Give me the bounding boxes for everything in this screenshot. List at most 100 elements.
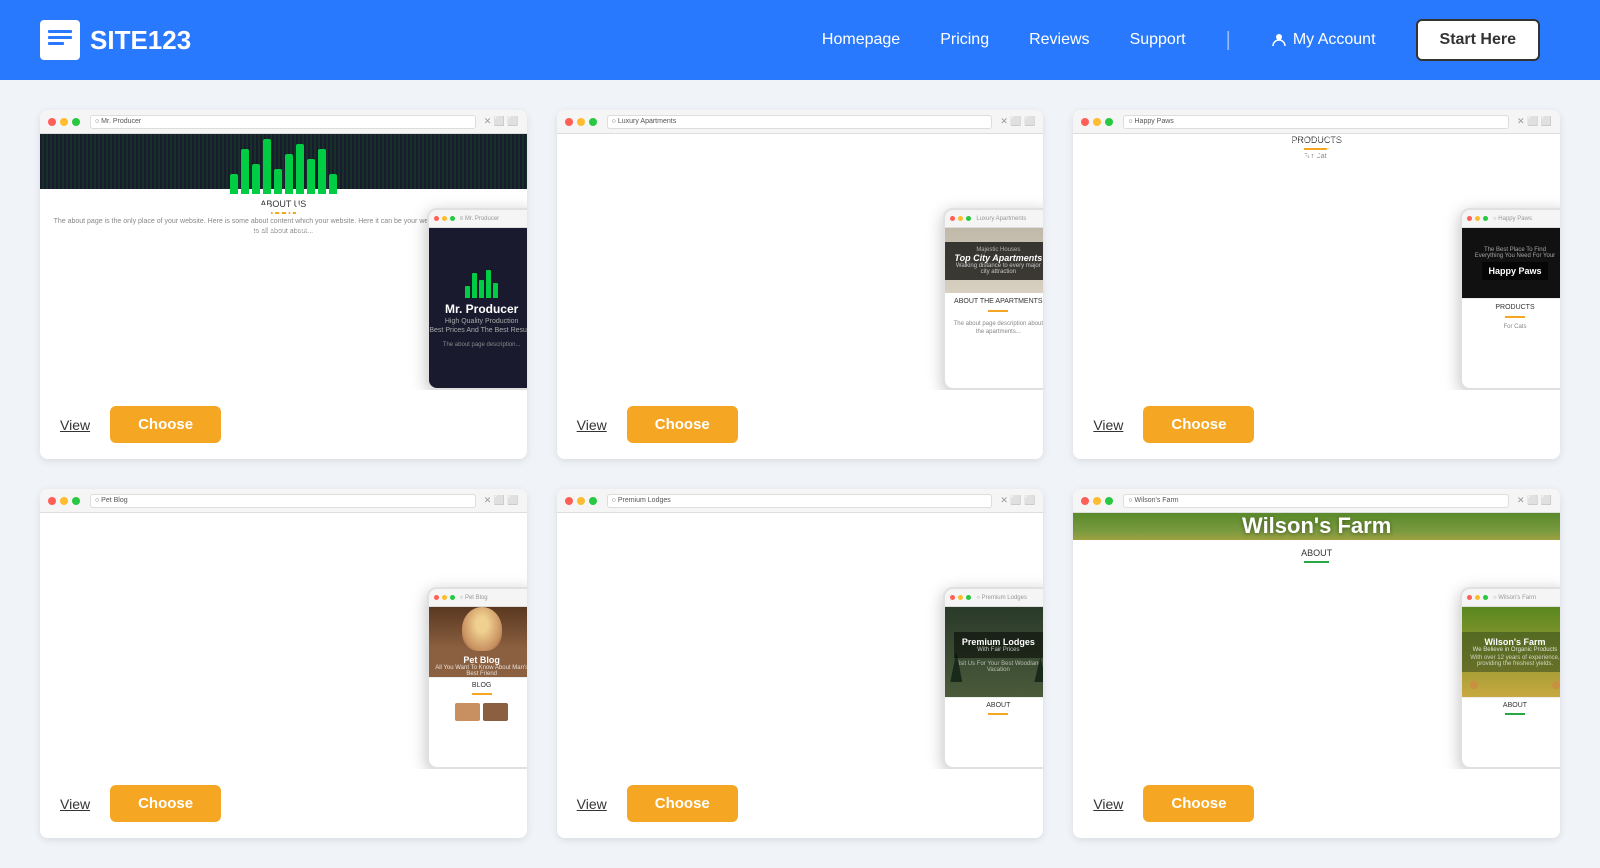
dot-yellow [1093,497,1101,505]
mobile-content-premium-lodges: Premium Lodges With Fair Prices Visit Us… [945,607,1043,767]
template-actions-luxury: View Choose [557,390,1044,459]
browser-url-wilsons-farm: ○ Wilson's Farm [1123,494,1509,508]
template-preview-pet-blog: ○ Pet Blog ✕ ⬜ ⬜ Pet Blog All You Want T… [40,489,527,769]
preview-subtitle: High Quality Production [226,223,342,235]
preview-title: Mr. Producer [228,202,338,223]
nav-reviews[interactable]: Reviews [1029,31,1089,49]
template-actions-happy-paws: View Choose [1073,390,1560,459]
template-actions-pet-blog: View Choose [40,769,527,838]
template-actions-wilsons-farm: View Choose [1073,769,1560,838]
browser-url: ○ Mr. Producer [90,115,476,129]
happy-paws-bg: The Best Place To Find Everything You Ne… [1073,134,1560,170]
dot-red [1081,497,1089,505]
template-card-pet-blog: ○ Pet Blog ✕ ⬜ ⬜ Pet Blog All You Want T… [40,489,527,838]
dot-red [48,497,56,505]
browser-bar-pet-blog: ○ Pet Blog ✕ ⬜ ⬜ [40,489,527,513]
mobile-mockup-pet-blog: ○ Pet Blog Pet Blog All You Want To Know… [427,587,527,769]
mobile-mockup-premium-lodges: ○ Premium Lodges Premium Lodges With Fai… [943,587,1043,769]
my-account[interactable]: My Account [1271,31,1376,49]
template-preview-mr-producer: ○ Mr. Producer ✕ ⬜ ⬜ [40,110,527,390]
dot-red [48,118,56,126]
mobile-mockup-mr-producer: ≡ Mr. Producer Mr. Producer [427,208,527,390]
template-actions-mr-producer: View Choose [40,390,527,459]
template-preview-happy-paws: ○ Happy Paws ✕ ⬜ ⬜ The Best Place To Fin… [1073,110,1560,390]
browser-bar-happy-paws: ○ Happy Paws ✕ ⬜ ⬜ [1073,110,1560,134]
view-link-happy-paws[interactable]: View [1093,417,1123,433]
template-card-mr-producer: ○ Mr. Producer ✕ ⬜ ⬜ [40,110,527,459]
dot-green [1105,118,1113,126]
dot-green [1105,497,1113,505]
preview-subtitle2: Best Prices And The Best Results [201,235,365,247]
view-link-mr-producer[interactable]: View [60,417,90,433]
nav-homepage[interactable]: Homepage [822,31,900,49]
mobile-mockup-happy-paws: ○ Happy Paws The Best Place To Find Ever… [1460,208,1560,390]
view-link-premium-lodges[interactable]: View [577,796,607,812]
mobile-bar-wilsons-farm: ○ Wilson's Farm [1462,589,1560,607]
browser-url-happy-paws: ○ Happy Paws [1123,115,1509,129]
nav-divider: | [1226,29,1231,52]
mobile-content-pet-blog: Pet Blog All You Want To Know About Man'… [429,607,527,767]
templates-grid: ○ Mr. Producer ✕ ⬜ ⬜ [40,110,1560,838]
mobile-bar: ≡ Mr. Producer [429,210,527,228]
dot-green [72,118,80,126]
template-card-happy-paws: ○ Happy Paws ✕ ⬜ ⬜ The Best Place To Fin… [1073,110,1560,459]
mobile-bar-luxury: Luxury Apartments [945,210,1043,228]
choose-button-luxury[interactable]: Choose [627,406,738,443]
main-content: ○ Mr. Producer ✕ ⬜ ⬜ [0,80,1600,868]
template-actions-premium-lodges: View Choose [557,769,1044,838]
browser-bar-premium-lodges: ○ Premium Lodges ✕ ⬜ ⬜ [557,489,1044,513]
dot-yellow [577,497,585,505]
dot-red [565,118,573,126]
dot-yellow [60,118,68,126]
logo-icon [40,20,80,60]
template-preview-luxury: ○ Luxury Apartments ✕ ⬜ ⬜ Majestic House… [557,110,1044,390]
view-link-pet-blog[interactable]: View [60,796,90,812]
choose-button-pet-blog[interactable]: Choose [110,785,221,822]
nav-support[interactable]: Support [1130,31,1186,49]
choose-button-mr-producer[interactable]: Choose [110,406,221,443]
dot-green [589,497,597,505]
wilsons-farm-bg: Wilson's Farm We Believe in Organic Prod… [1073,513,1560,574]
dot-red [565,497,573,505]
dot-green [589,118,597,126]
dot-green [72,497,80,505]
browser-url-pet-blog: ○ Pet Blog [90,494,476,508]
mobile-content-wilsons-farm: Wilson's Farm We Believe in Organic Prod… [1462,607,1560,767]
mobile-mockup-luxury: Luxury Apartments Majestic Houses Top Ci… [943,208,1043,390]
dot-yellow [60,497,68,505]
browser-bar-wilsons-farm: ○ Wilson's Farm ✕ ⬜ ⬜ [1073,489,1560,513]
dot-yellow [1093,118,1101,126]
mobile-mockup-wilsons-farm: ○ Wilson's Farm Wilson's Farm We Believe… [1460,587,1560,769]
music-bars [230,134,337,194]
start-here-button[interactable]: Start Here [1416,19,1540,61]
header: SITE123 Homepage Pricing Reviews Support… [0,0,1600,80]
template-preview-premium-lodges: ○ Premium Lodges ✕ ⬜ ⬜ Premium L [557,489,1044,769]
browser-bar-luxury: ○ Luxury Apartments ✕ ⬜ ⬜ [557,110,1044,134]
mobile-bar-premium-lodges: ○ Premium Lodges [945,589,1043,607]
choose-button-happy-paws[interactable]: Choose [1143,406,1254,443]
template-card-wilsons-farm: ○ Wilson's Farm ✕ ⬜ ⬜ Wilson's Farm [1073,489,1560,838]
dot-yellow [577,118,585,126]
view-link-wilsons-farm[interactable]: View [1093,796,1123,812]
mobile-bar-happy-paws: ○ Happy Paws [1462,210,1560,228]
mobile-content: Mr. Producer High Quality Production Bes… [429,228,527,388]
template-preview-wilsons-farm: ○ Wilson's Farm ✕ ⬜ ⬜ Wilson's Farm [1073,489,1560,769]
mobile-bar-pet-blog: ○ Pet Blog [429,589,527,607]
logo[interactable]: SITE123 [40,20,191,60]
template-card-premium-lodges: ○ Premium Lodges ✕ ⬜ ⬜ Premium L [557,489,1044,838]
mobile-content-luxury: Majestic Houses Top City Apartments Walk… [945,228,1043,388]
choose-button-premium-lodges[interactable]: Choose [627,785,738,822]
dot-red [1081,118,1089,126]
mobile-content-happy-paws: The Best Place To Find Everything You Ne… [1462,228,1560,388]
browser-url-premium-lodges: ○ Premium Lodges [607,494,993,508]
template-card-luxury: ○ Luxury Apartments ✕ ⬜ ⬜ Majestic House… [557,110,1044,459]
main-nav: Homepage Pricing Reviews Support | My Ac… [822,19,1540,61]
browser-url-luxury: ○ Luxury Apartments [607,115,993,129]
logo-text: SITE123 [90,25,191,56]
browser-bar: ○ Mr. Producer ✕ ⬜ ⬜ [40,110,527,134]
choose-button-wilsons-farm[interactable]: Choose [1143,785,1254,822]
nav-pricing[interactable]: Pricing [940,31,989,49]
preview-image-wilsons-farm: Wilson's Farm We Believe in Organic Prod… [1073,513,1560,574]
preview-image-happy-paws: The Best Place To Find Everything You Ne… [1073,134,1560,170]
view-link-luxury[interactable]: View [577,417,607,433]
